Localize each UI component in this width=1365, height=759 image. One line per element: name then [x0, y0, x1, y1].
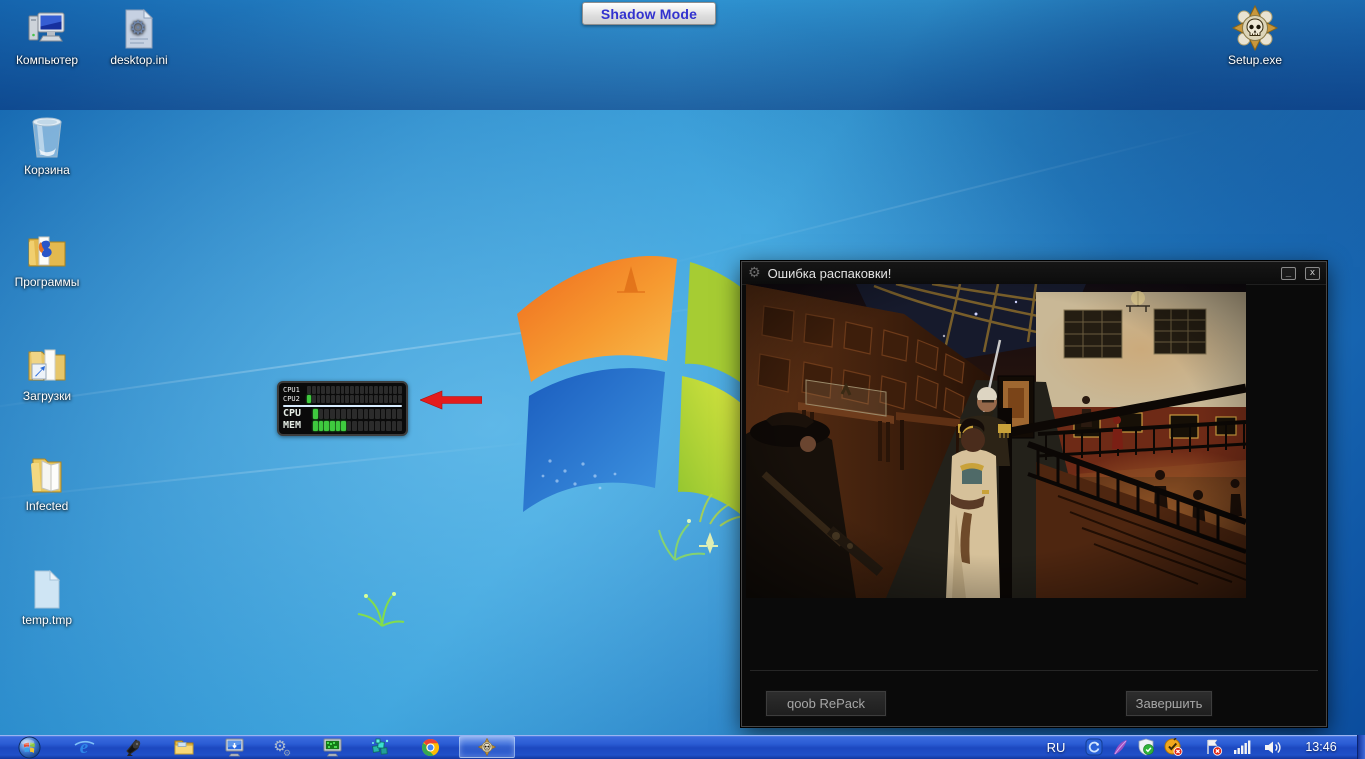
desktop-icon-computer[interactable]: Компьютер [4, 7, 90, 67]
gear-icon: ⚙ [748, 265, 761, 281]
cpu-label: CPU [283, 408, 302, 420]
window-titlebar[interactable]: ⚙ Ошибка распаковки! _ x [742, 262, 1326, 285]
clock-label: 13:46 [1305, 740, 1337, 754]
shield-check-icon [1138, 738, 1154, 756]
taskbar-utility-app[interactable] [366, 735, 394, 759]
cpu2-row: CPU2 [283, 394, 402, 403]
temp-file-icon [34, 569, 61, 609]
taskbar-remote-desktop-app[interactable] [220, 735, 248, 759]
desktop-icon-desktop-ini[interactable]: ⚙ desktop.ini [96, 7, 182, 67]
cpu-meter [313, 408, 402, 419]
window-title: Ошибка распаковки! [767, 265, 892, 281]
taskbar-settings-app[interactable]: ⚙ ⚙ [268, 735, 296, 759]
desktop-icon-label: desktop.ini [110, 53, 168, 67]
red-annotation-arrow [420, 390, 482, 410]
desktop-icon-programs[interactable]: Программы [4, 229, 90, 289]
audio-horn-icon [126, 739, 141, 756]
taskbar-file-explorer[interactable] [170, 735, 198, 759]
gears-icon: ⚙ ⚙ [273, 737, 291, 758]
tray-status-yellow-app[interactable] [1160, 735, 1186, 759]
tray-blue-app[interactable] [1082, 735, 1106, 759]
computer-icon [28, 12, 65, 42]
cpu2-meter [307, 394, 402, 403]
chrome-icon [421, 738, 439, 756]
recycle-bin-icon [32, 117, 62, 158]
desktop-icon-label: Компьютер [15, 53, 79, 67]
close-button[interactable]: x [1305, 266, 1320, 280]
desktop-icon-label: Infected [25, 499, 69, 513]
taskbar-internet-explorer[interactable]: e [70, 735, 98, 759]
cpu-monitor-gadget[interactable]: CPU1 CPU2 CPU MEM [277, 381, 408, 436]
taskbar-audio-app[interactable] [120, 735, 148, 759]
folder-shortcut-icon [28, 349, 66, 381]
minimize-button[interactable]: _ [1281, 266, 1296, 280]
show-desktop-button[interactable] [1357, 735, 1365, 759]
skull-emblem-icon [1232, 5, 1278, 51]
desktop-icon-label: Программы [14, 275, 80, 289]
desktop-icon-label: Корзина [24, 163, 70, 177]
glow-sprig [357, 592, 405, 627]
desktop-icon-label: Загрузки [22, 389, 72, 403]
desktop-icon-recycle-bin[interactable]: Корзина [4, 113, 90, 177]
taskbar-clock[interactable]: 13:46 [1296, 735, 1346, 759]
shadow-mode-badge[interactable]: Shadow Mode [582, 2, 716, 25]
tray-action-center[interactable] [1200, 735, 1226, 759]
taskbar: e ⚙ ⚙ RU 13:46 [0, 735, 1365, 759]
mem-meter [313, 420, 402, 431]
game-screenshot-museum-scene [746, 284, 1246, 598]
svg-text:e: e [80, 737, 89, 758]
yellow-circle-error-icon [1164, 738, 1182, 756]
language-label: RU [1046, 739, 1066, 755]
monitor-blue-icon [225, 738, 243, 757]
speaker-icon [1264, 741, 1281, 753]
shadow-mode-label: Shadow Mode [600, 5, 698, 22]
svg-text:⚙: ⚙ [129, 17, 146, 39]
teal-cubes-icon [371, 738, 388, 755]
skull-emblem-icon-small [478, 738, 496, 756]
cpu1-row: CPU1 [283, 386, 402, 394]
blue-swirl-icon [1085, 738, 1103, 756]
unpack-error-window: ⚙ Ошибка распаковки! _ x qoob RePack Зав… [741, 261, 1327, 727]
ini-file-gear-icon: ⚙ [125, 8, 154, 49]
start-orb-icon [17, 735, 41, 759]
desktop-icon-label: Setup.exe [1227, 53, 1283, 67]
purple-feather-icon [1114, 740, 1127, 755]
finish-button[interactable]: Завершить [1125, 690, 1213, 717]
mem-row: MEM [283, 420, 402, 431]
cpu2-label: CPU2 [283, 394, 300, 403]
mem-label: MEM [283, 420, 302, 431]
svg-text:⚙: ⚙ [283, 749, 291, 758]
folder-icon [174, 740, 194, 755]
folder-open-icon [31, 458, 62, 493]
start-button[interactable] [10, 735, 48, 759]
finish-label: Завершить [1135, 696, 1203, 711]
tray-antivirus-shield[interactable] [1134, 735, 1158, 759]
tray-volume[interactable] [1258, 735, 1286, 759]
desktop-icon-downloads[interactable]: Загрузки [4, 343, 90, 403]
taskbar-chrome[interactable] [416, 735, 444, 759]
desktop-icon-temp-tmp[interactable]: temp.tmp [4, 567, 90, 627]
tray-network[interactable] [1229, 735, 1255, 759]
qoob-repack-button[interactable]: qoob RePack [765, 690, 887, 717]
glow-sprig [658, 519, 718, 561]
monitor-green-icon [323, 738, 341, 757]
desktop-icon-setup-exe[interactable]: Setup.exe [1212, 5, 1298, 67]
cpu1-meter [307, 386, 402, 394]
desktop-icon-label: temp.tmp [21, 613, 72, 627]
network-signal-icon [1234, 740, 1251, 754]
internet-explorer-icon: e [74, 737, 95, 758]
desktop-icon-infected[interactable]: Infected [4, 453, 90, 513]
qoob-repack-label: qoob RePack [786, 696, 866, 711]
folder-programs-icon [28, 236, 66, 267]
cpu-total-row: CPU [283, 408, 402, 419]
cpu1-label: CPU1 [283, 386, 300, 394]
tray-purple-feather-app[interactable] [1108, 735, 1132, 759]
flag-error-icon [1206, 739, 1222, 756]
widget-separator [283, 404, 402, 407]
window-footer-divider [750, 670, 1318, 671]
language-indicator[interactable]: RU [1042, 735, 1070, 759]
taskbar-skull-installer-active[interactable] [459, 736, 515, 758]
taskbar-system-monitor-app[interactable] [318, 735, 346, 759]
